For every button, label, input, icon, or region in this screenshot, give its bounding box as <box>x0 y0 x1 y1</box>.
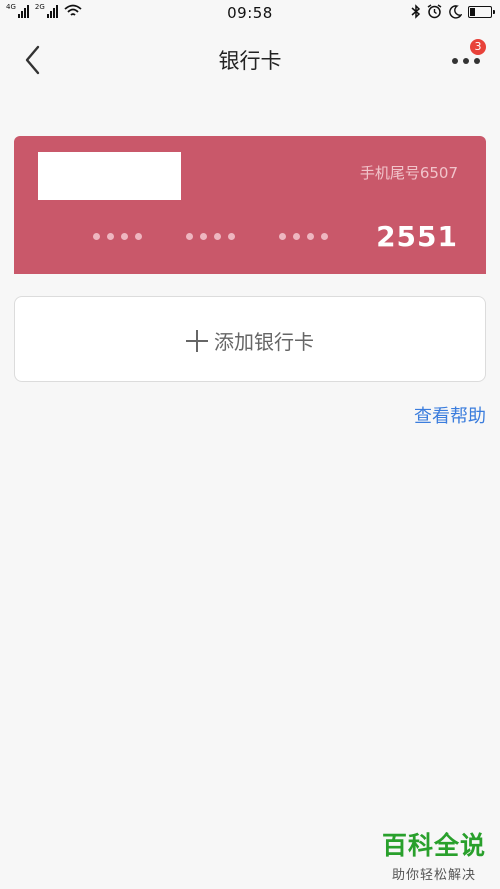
battery-fill <box>470 7 475 16</box>
bank-card[interactable]: 手机尾号6507 2551 <box>14 136 486 274</box>
status-right <box>411 4 495 19</box>
battery-icon <box>468 5 495 18</box>
card-number-tail: 2551 <box>376 220 458 253</box>
status-bar: 4G 2G 09:58 <box>0 0 500 28</box>
nav-bar: 银行卡 3 <box>0 28 500 92</box>
more-button[interactable]: 3 <box>450 39 486 76</box>
add-card-content: 添加银行卡 <box>15 326 485 355</box>
alarm-icon <box>427 4 442 19</box>
notification-badge: 3 <box>470 39 486 55</box>
watermark-logo: 百科全说 助你轻松解决 <box>382 826 486 883</box>
phone-tail-text: 手机尾号6507 <box>359 164 458 182</box>
add-bank-card-button[interactable]: 添加银行卡 <box>14 296 486 382</box>
bank-logo-redacted <box>38 152 181 200</box>
moon-icon <box>449 4 462 19</box>
add-card-label: 添加银行卡 <box>214 330 314 354</box>
card-number-mask-2 <box>186 233 235 240</box>
plus-icon <box>186 329 208 352</box>
watermark-title: 百科全说 <box>381 831 486 860</box>
more-icon <box>452 58 480 64</box>
bluetooth-icon <box>411 4 421 19</box>
card-number-mask-3 <box>279 233 328 240</box>
page-title: 银行卡 <box>218 49 282 73</box>
help-link[interactable]: 查看帮助 <box>414 402 486 428</box>
watermark-subtitle: 助你轻松解决 <box>391 868 476 883</box>
card-number-mask-1 <box>93 233 142 240</box>
